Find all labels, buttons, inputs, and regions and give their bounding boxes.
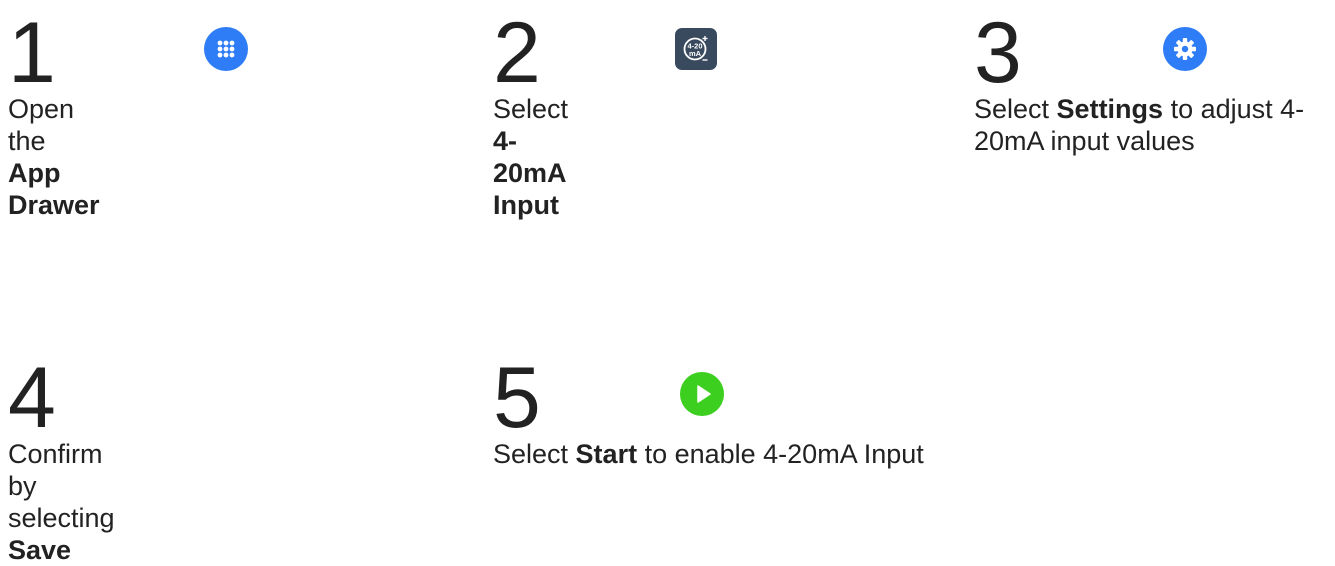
step-instruction: Confirm by selecting Save [8, 439, 115, 565]
step-keyword: Save [8, 535, 72, 565]
step-keyword: Settings [1056, 94, 1164, 124]
icon-label-bottom: mA [689, 49, 702, 58]
step-keyword: 4-20mA Input [493, 126, 566, 220]
start-play-icon [680, 372, 724, 416]
step-instruction: Open the App Drawer [8, 94, 100, 220]
step-instruction: Select Settings to adjust 4-20mA input v… [974, 94, 1305, 156]
step-number: 1 [8, 5, 56, 101]
step-keyword: App Drawer [8, 158, 100, 220]
step-instruction: Select Start to enable 4-20mA Input [493, 439, 924, 469]
step-number: 5 [493, 350, 541, 446]
step-number: 3 [974, 5, 1022, 101]
step-keyword: Start [575, 439, 638, 469]
4-20ma-input-icon: 4-20 mA [674, 27, 718, 71]
settings-gear-icon [1163, 27, 1207, 71]
app-drawer-icon [204, 27, 248, 71]
step-instruction: Select 4-20mA Input [493, 94, 569, 220]
step-number: 2 [493, 5, 541, 101]
step-number: 4 [8, 350, 56, 446]
